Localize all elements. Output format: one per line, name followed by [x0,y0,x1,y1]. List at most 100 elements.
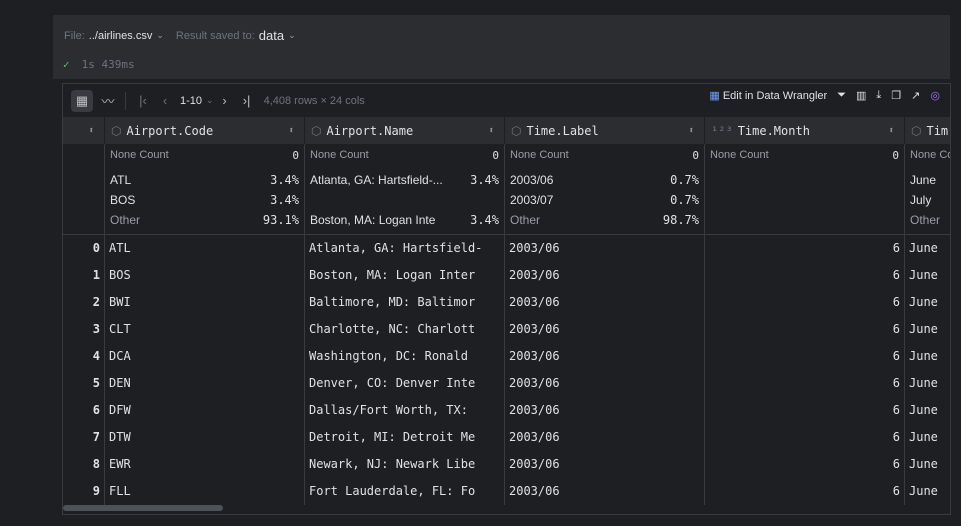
table-cell: 2003/06 [505,478,705,505]
chevron-down-icon[interactable]: ⌄ [206,95,214,106]
table-cell: BWI [105,289,305,316]
top-percent: 0.7% [670,193,699,207]
table-cell: 6 [705,289,905,316]
cube-icon: ⬡ [911,123,922,138]
chevron-down-icon[interactable]: ⌄ [156,30,164,41]
wrangler-label: Edit in Data Wrangler [722,90,828,102]
table-cell: 6 [705,424,905,451]
numeric-icon: ¹²³ [711,123,733,138]
column-header[interactable]: ¹²³ Time.Month ⬍ [705,117,905,144]
table-cell: 2003/06 [505,289,705,316]
table-cell: Baltimore, MD: Baltimor [305,289,505,316]
column-stats: None Count 0 [705,144,905,235]
size-info: 4,408 rows × 24 cols [263,94,365,107]
table-cell: Dallas/Fort Worth, TX: [305,397,505,424]
table-cell: June [905,370,950,397]
table-cell: 2003/06 [505,262,705,289]
top-percent: 0.7% [670,173,699,187]
table-cell: CLT [105,316,305,343]
column-header[interactable]: ⬡ Airport.Name ⬍ [305,117,505,144]
chevron-down-icon[interactable]: ⌄ [288,30,296,41]
toolbar: ▦ 〰 |‹ ‹ 1-10 ⌄ › ›| 4,408 rows × 24 col… [63,84,950,117]
sort-icon[interactable]: ⬍ [89,126,94,136]
table-cell: June [905,451,950,478]
table-cell: DCA [105,343,305,370]
none-count-value: 0 [892,149,899,162]
sort-icon[interactable]: ⬍ [889,126,894,136]
column-stats: None Co June July Other [905,144,950,235]
table-cell: 6 [705,370,905,397]
horizontal-scrollbar[interactable] [63,505,223,511]
none-count-label: None Count [110,149,169,161]
cube-icon: ⬡ [511,123,522,138]
table-cell: ATL [105,235,305,262]
sort-icon[interactable]: ⬍ [489,126,494,136]
top-value: 2003/07 [510,193,554,207]
page-range-select[interactable]: 1-10 [180,95,202,107]
table-cell: June [905,343,950,370]
table-cell: June [905,289,950,316]
table-cell: 6 [705,343,905,370]
wrangler-icon: ▦ [709,90,720,102]
table-cell: 6 [705,397,905,424]
copy-icon[interactable]: ❐ [891,89,901,102]
column-name: Time.Month [737,123,810,138]
table-cell: Boston, MA: Logan Inter [305,262,505,289]
other-label: Other [910,213,941,227]
table-cell: 6 [705,451,905,478]
other-label: Other [110,213,141,227]
table-cell: 2003/06 [505,316,705,343]
table-cell: Detroit, MI: Detroit Me [305,424,505,451]
prev-page-icon[interactable]: ‹ [154,90,176,112]
open-in-new-icon[interactable]: ↗ [911,89,920,102]
download-icon[interactable]: ⤓ [876,89,881,102]
column-name: Time.Label [526,123,599,138]
column-stats-icon[interactable]: ▥ [856,89,866,102]
table-cell: June [905,316,950,343]
top-percent: 3.4% [470,213,499,227]
file-select[interactable]: ../airlines.csv [89,30,153,42]
top-value: June [910,173,937,187]
row-index: 7 [63,424,105,451]
top-value: BOS [110,193,136,207]
last-page-icon[interactable]: ›| [236,90,258,112]
top-value: Atlanta, GA: Hartsfield-... [310,173,443,187]
table-cell: June [905,262,950,289]
table-cell: 6 [705,235,905,262]
none-count-value: 0 [492,149,499,162]
column-header[interactable]: ⬡ Airport.Code ⬍ [105,117,305,144]
dataframe-viewer: ▦ 〰 |‹ ‹ 1-10 ⌄ › ›| 4,408 rows × 24 col… [62,83,951,515]
column-header[interactable]: ⬡ Time.Label ⬍ [505,117,705,144]
check-icon: ✓ [63,58,70,71]
ai-assistant-icon[interactable]: ◎ [930,89,940,102]
table-cell: DEN [105,370,305,397]
sort-icon[interactable]: ⬍ [689,126,694,136]
column-header[interactable]: ⬡ Tim [905,117,950,144]
table-cell: 6 [705,316,905,343]
chart-view-icon[interactable]: 〰 [97,90,119,112]
sort-icon[interactable]: ⬍ [289,126,294,136]
first-page-icon[interactable]: |‹ [132,90,154,112]
table-cell: 2003/06 [505,370,705,397]
top-value: 2003/06 [510,173,554,187]
top-percent: 3.4% [470,173,499,187]
table-cell: Fort Lauderdale, FL: Fo [305,478,505,505]
none-count-label: None Count [310,149,369,161]
row-index: 6 [63,397,105,424]
row-index: 1 [63,262,105,289]
index-header[interactable]: ⬍ [63,117,105,144]
top-value: ATL [110,173,132,187]
column-name: Tim [926,123,949,138]
row-index: 3 [63,316,105,343]
edit-in-data-wrangler-button[interactable]: ▦ Edit in Data Wrangler [709,89,827,102]
column-name: Airport.Name [326,123,414,138]
table-cell: 2003/06 [505,451,705,478]
saved-variable-select[interactable]: data [259,28,284,43]
table-cell: 2003/06 [505,235,705,262]
filter-icon[interactable]: ⏷ [837,89,846,102]
row-index: 8 [63,451,105,478]
next-page-icon[interactable]: › [214,90,236,112]
table-view-icon[interactable]: ▦ [71,89,93,112]
table-cell: June [905,478,950,505]
column-stats: None Count 0 ATL 3.4% BOS 3.4% Other 93.1% [105,144,305,235]
